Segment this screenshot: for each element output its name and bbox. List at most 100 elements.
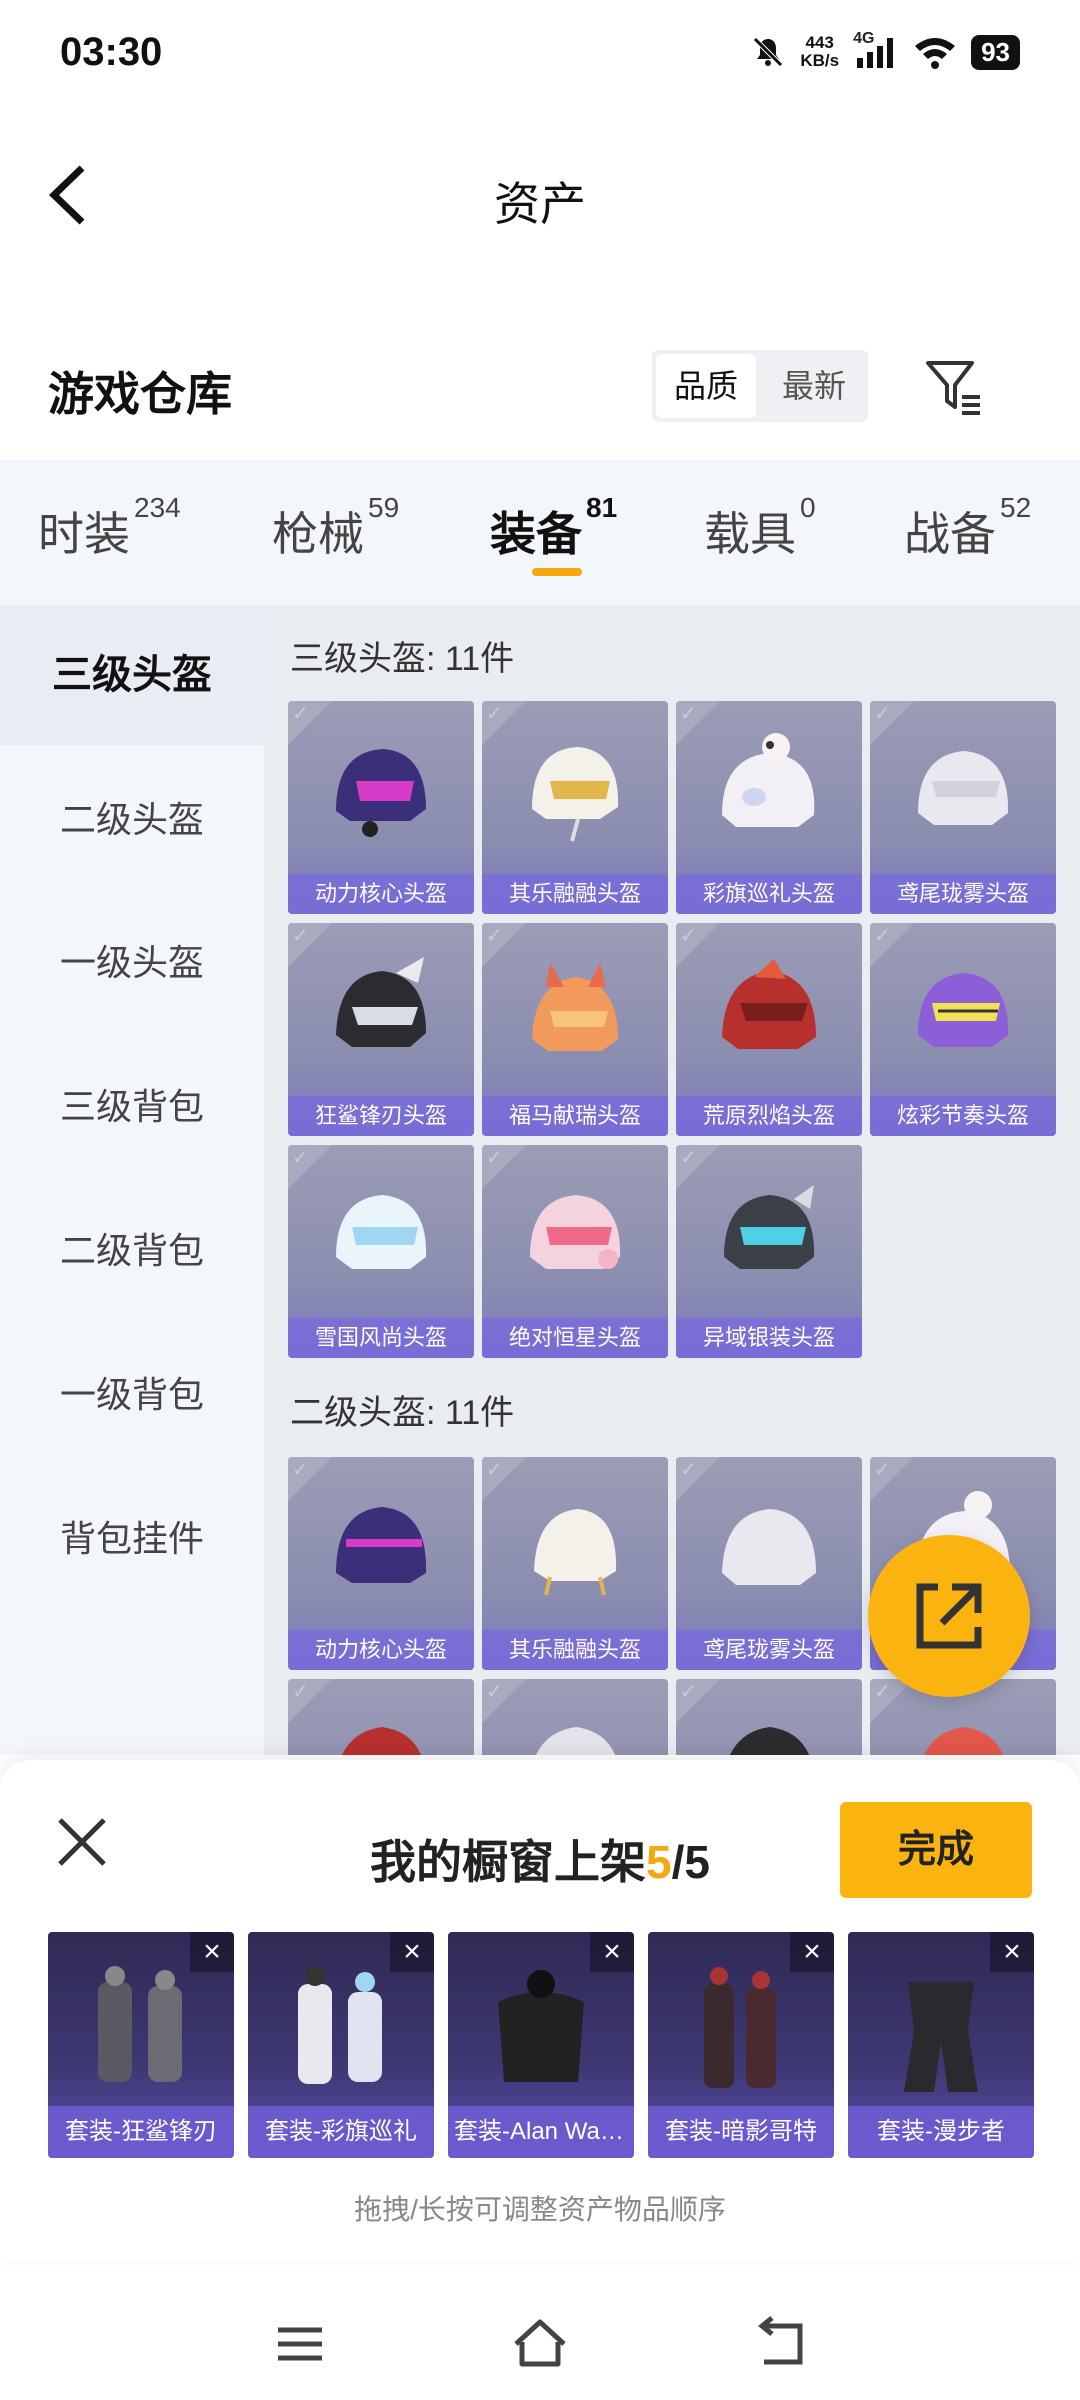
external-link-icon	[916, 1583, 982, 1649]
item-card[interactable]: 雪国风尚头盔	[288, 1145, 474, 1358]
tab-count: 81	[586, 492, 618, 523]
back-icon[interactable]	[750, 2314, 810, 2374]
item-card[interactable]: 鸢尾珑雾头盔	[676, 1457, 862, 1670]
helmet-icon	[730, 1727, 810, 1755]
item-label: 异域银装头盔	[676, 1318, 862, 1358]
net-speed: 443 KB/s	[800, 34, 839, 70]
side-nav-item-level3-backpack[interactable]: 三级背包	[0, 1037, 264, 1177]
item-card[interactable]: 福马献瑞头盔	[482, 923, 668, 1136]
header: 资产	[0, 140, 1080, 250]
showcase-title-text: 我的橱窗上架	[370, 1836, 647, 1888]
wifi-icon	[915, 38, 956, 69]
outfit-icon	[298, 1966, 382, 2084]
item-card[interactable]: 彩旗巡礼头盔	[676, 701, 862, 914]
side-nav-item-level2-helmet[interactable]: 二级头盔	[0, 750, 264, 890]
item-card[interactable]: 动力核心头盔	[288, 1457, 474, 1670]
item-card[interactable]	[288, 1679, 474, 1755]
item-card[interactable]: 鸢尾珑雾头盔	[870, 701, 1056, 914]
showcase-count: 5	[646, 1836, 672, 1888]
helmet-icon	[532, 963, 618, 1051]
tab-fashion[interactable]: 时装234	[38, 492, 181, 564]
helmet-icon	[724, 1185, 815, 1269]
helmet-icon	[336, 749, 426, 837]
menu-icon[interactable]	[270, 2314, 330, 2374]
share-button[interactable]	[868, 1535, 1030, 1697]
item-card[interactable]	[676, 1679, 862, 1755]
helmet-icon	[722, 733, 815, 827]
tab-supplies[interactable]: 战备52	[904, 492, 1031, 564]
showcase-slot[interactable]: × 套装-Alan Walker	[448, 1932, 634, 2158]
tab-firearms[interactable]: 枪械59	[272, 492, 399, 564]
helmet-icon	[336, 1507, 427, 1583]
item-card[interactable]: 荒原烈焰头盔	[676, 923, 862, 1136]
done-button[interactable]: 完成	[840, 1802, 1032, 1898]
home-icon[interactable]	[510, 2314, 570, 2374]
item-label: 动力核心头盔	[288, 1630, 474, 1670]
slot-label: 套装-彩旗巡礼	[248, 2106, 434, 2158]
filter-icon[interactable]	[922, 355, 986, 419]
side-nav-item-level2-backpack[interactable]: 二级背包	[0, 1181, 264, 1321]
status-icons: 443 KB/s 4G 93	[750, 30, 1020, 70]
showcase-total: /5	[671, 1836, 710, 1888]
sort-toggle: 品质 最新	[652, 350, 868, 422]
side-nav-item-level1-backpack[interactable]: 一级背包	[0, 1325, 264, 1465]
item-label: 雪国风尚头盔	[288, 1318, 474, 1358]
showcase-slot[interactable]: × 套装-狂鲨锋刃	[48, 1932, 234, 2158]
item-card[interactable]: 其乐融融头盔	[482, 1457, 668, 1670]
remove-slot-button[interactable]: ×	[590, 1932, 634, 1972]
helmet-icon	[924, 1727, 1004, 1755]
tab-label: 装备	[490, 508, 582, 560]
showcase-slot[interactable]: × 套装-漫步者	[848, 1932, 1034, 2158]
tab-equipment[interactable]: 装备81	[490, 492, 617, 564]
helmet-icon	[336, 1195, 427, 1269]
slot-label: 套装-漫步者	[848, 2106, 1034, 2158]
status-time: 03:30	[60, 30, 163, 74]
remove-slot-button[interactable]: ×	[790, 1932, 834, 1972]
side-nav: 三级头盔 二级头盔 一级头盔 三级背包 二级背包 一级背包 背包挂件	[0, 605, 264, 1755]
tab-label: 时装	[38, 508, 130, 560]
outfit-icon	[904, 1982, 978, 2092]
helmet-icon	[342, 1727, 422, 1755]
item-card[interactable]: 炫彩节奏头盔	[870, 923, 1056, 1136]
outfit-icon	[704, 1967, 776, 2088]
tab-label: 载具	[704, 508, 796, 560]
tab-label: 枪械	[272, 508, 364, 560]
tab-count: 52	[1000, 492, 1032, 523]
helmet-icon	[918, 973, 1009, 1047]
helmet-icon	[536, 1727, 616, 1755]
item-card[interactable]	[482, 1679, 668, 1755]
signal-icon: 4G	[853, 30, 899, 70]
item-label: 动力核心头盔	[288, 874, 474, 914]
sort-by-newest[interactable]: 最新	[760, 350, 868, 422]
helmet-icon	[532, 747, 619, 842]
remove-slot-button[interactable]: ×	[990, 1932, 1034, 1972]
side-nav-item-level1-helmet[interactable]: 一级头盔	[0, 893, 264, 1033]
side-nav-item-backpack-charm[interactable]: 背包挂件	[0, 1469, 264, 1609]
showcase-panel: 我的橱窗上架5/5 完成 × 套装-狂鲨锋刃 × 套装-彩旗巡礼 × 套装-Al…	[0, 1760, 1080, 2260]
showcase-slot[interactable]: × 套装-彩旗巡礼	[248, 1932, 434, 2158]
net-speed-unit: KB/s	[800, 51, 840, 70]
item-label: 炫彩节奏头盔	[870, 1096, 1056, 1136]
warehouse-title: 游戏仓库	[48, 368, 232, 420]
item-label: 福马献瑞头盔	[482, 1096, 668, 1136]
item-card[interactable]: 狂鲨锋刃头盔	[288, 923, 474, 1136]
slot-label: 套装-狂鲨锋刃	[48, 2106, 234, 2158]
status-bar: 03:30 443 KB/s 4G 93	[0, 0, 1080, 110]
helmet-icon	[530, 1195, 621, 1269]
tab-vehicles[interactable]: 载具0	[704, 492, 816, 564]
helmet-icon	[722, 1509, 816, 1585]
reorder-hint: 拖拽/长按可调整资产物品顺序	[354, 2194, 726, 2225]
item-card[interactable]: 动力核心头盔	[288, 701, 474, 914]
side-nav-item-level3-helmet[interactable]: 三级头盔	[0, 605, 264, 745]
tab-label: 战备	[904, 508, 996, 560]
remove-slot-button[interactable]: ×	[390, 1932, 434, 1972]
showcase-slot[interactable]: × 套装-暗影哥特	[648, 1932, 834, 2158]
item-card[interactable]: 异域银装头盔	[676, 1145, 862, 1358]
tab-count: 59	[368, 492, 400, 523]
sort-by-quality[interactable]: 品质	[656, 354, 756, 418]
item-card[interactable]: 其乐融融头盔	[482, 701, 668, 914]
item-card[interactable]: 绝对恒星头盔	[482, 1145, 668, 1358]
remove-slot-button[interactable]: ×	[190, 1932, 234, 1972]
item-label: 其乐融融头盔	[482, 874, 668, 914]
category-tabs: 时装234 枪械59 装备81 载具0 战备52	[0, 460, 1080, 605]
